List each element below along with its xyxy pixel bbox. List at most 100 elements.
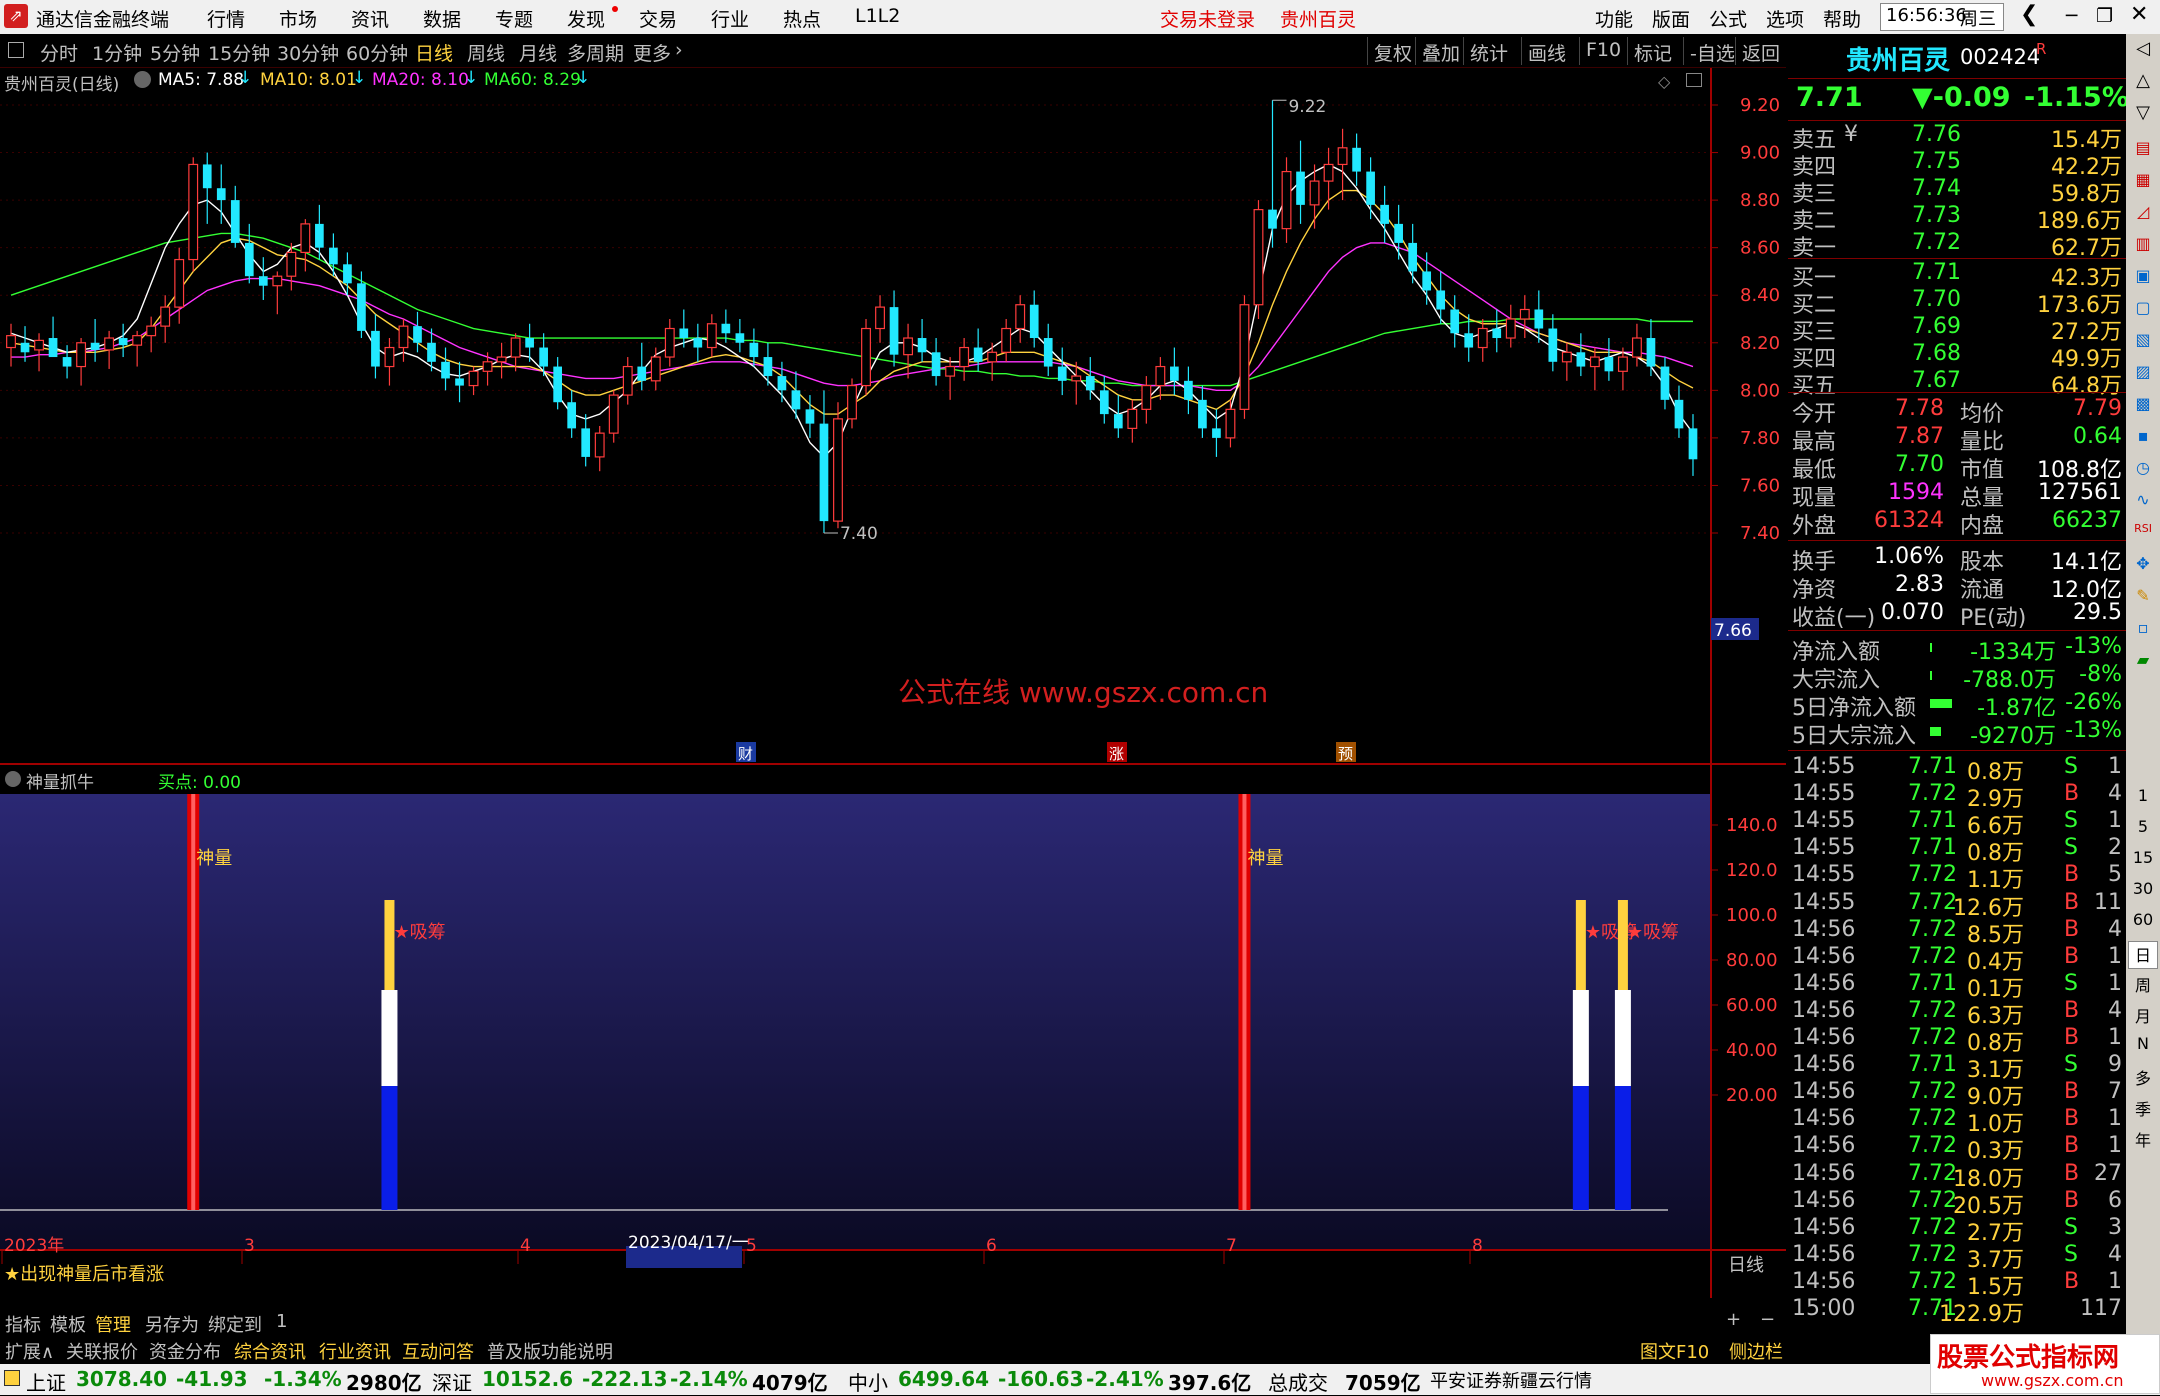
close-icon[interactable]: ✕ — [2130, 2, 2148, 27]
btn-mark[interactable]: 标记 — [1627, 37, 1678, 65]
chevron-right-icon[interactable]: › — [675, 39, 683, 61]
menu-l1l2[interactable]: L1L2 — [855, 5, 900, 27]
btn-stats[interactable]: 统计 — [1463, 37, 1514, 65]
tick-row[interactable]: 14:56 7.72 1.0万 B 1 — [1792, 1106, 2122, 1137]
arrow-down-icon[interactable]: ▽ — [2128, 102, 2158, 130]
period-multi[interactable]: 多周期 — [567, 39, 624, 66]
arrow-left-icon[interactable]: ◁ — [2128, 38, 2158, 66]
tick-row[interactable]: 14:56 7.71 3.1万 S 9 — [1792, 1052, 2122, 1083]
tab-f10-graphic[interactable]: 图文F10 — [1640, 1338, 1709, 1364]
indicator-name[interactable]: 神量抓牛 — [26, 768, 94, 793]
ask-row[interactable]: 卖四 7.75 42.2万 — [1792, 149, 2122, 180]
tick-row[interactable]: 14:55 7.72 12.6万 B 11 — [1792, 890, 2122, 921]
period-60min[interactable]: 60分钟 — [346, 39, 408, 66]
index-name[interactable]: 深证 — [432, 1367, 472, 1396]
period-daily[interactable]: 日线 — [415, 39, 453, 66]
tick-row[interactable]: 14:55 7.71 0.8万 S 2 — [1792, 835, 2122, 866]
tab-related-quotes[interactable]: 关联报价 — [66, 1338, 138, 1364]
sidebar-period-item[interactable]: 30 — [2128, 879, 2158, 907]
kline-chart-svg[interactable]: 9.20 9.00 8.80 8.60 8.40 8.20 8.00 7.80 7.60 7.40… — [0, 68, 1786, 1298]
trade-login-status[interactable]: 交易未登录 — [1160, 5, 1255, 32]
tick-row[interactable]: 14:56 7.72 8.5万 B 4 — [1792, 917, 2122, 948]
btn-back[interactable]: 返回 — [1735, 37, 1786, 65]
tick-row[interactable]: 14:56 7.72 0.3万 B 1 — [1792, 1133, 2122, 1164]
sidebar-period-item[interactable]: 15 — [2128, 848, 2158, 876]
tick-row[interactable]: 14:55 7.71 0.8万 S 1 — [1792, 754, 2122, 785]
tab-saveas[interactable]: 另存为 — [145, 1311, 199, 1337]
btn-adjust[interactable]: 复权 — [1367, 37, 1418, 65]
tick-row[interactable]: 14:56 7.72 0.4万 B 1 — [1792, 944, 2122, 975]
period-tick[interactable]: 分时 — [40, 39, 78, 66]
bid-row[interactable]: 买一 7.71 42.3万 — [1792, 260, 2122, 291]
tick-row[interactable]: 14:55 7.72 2.9万 B 4 — [1792, 781, 2122, 812]
zoom-out-button[interactable]: − — [1760, 1309, 1775, 1330]
ask-row[interactable]: 卖二 7.73 189.6万 — [1792, 203, 2122, 234]
indicator-settings-icon[interactable] — [5, 771, 21, 787]
bid-row[interactable]: 买五 7.67 64.8万 — [1792, 368, 2122, 399]
tick-row[interactable]: 14:55 7.71 6.6万 S 1 — [1792, 808, 2122, 839]
trend-icon[interactable]: ◿ — [2128, 202, 2158, 230]
plugin-icon[interactable]: ▰ — [2128, 650, 2158, 678]
menu-help[interactable]: 帮助 — [1823, 5, 1861, 32]
btn-unwatch[interactable]: -自选 — [1683, 37, 1741, 65]
tick-row[interactable]: 14:56 7.71 0.1万 S 1 — [1792, 971, 2122, 1002]
tick-row[interactable]: 14:56 7.72 3.7万 S 4 — [1792, 1242, 2122, 1273]
sidebar-period-item[interactable]: 日 — [2128, 941, 2158, 969]
tab-help[interactable]: 普及版功能说明 — [487, 1338, 613, 1364]
grid-icon[interactable]: ▦ — [2128, 170, 2158, 198]
tick-row[interactable]: 15:00 7.71 122.9万 117 — [1792, 1296, 2122, 1327]
tick-row[interactable]: 14:56 7.72 18.0万 B 27 — [1792, 1161, 2122, 1192]
tab-template[interactable]: 模板 — [50, 1311, 86, 1337]
ask-row[interactable]: 卖三 7.74 59.8万 — [1792, 176, 2122, 207]
period-weekly[interactable]: 周线 — [467, 39, 505, 66]
tab-industry-news[interactable]: 行业资讯 — [319, 1338, 391, 1364]
menu-data[interactable]: 数据 — [423, 5, 461, 32]
bid-row[interactable]: 买四 7.68 49.9万 — [1792, 341, 2122, 372]
tab-bindto[interactable]: 绑定到 — [208, 1311, 262, 1337]
tick-row[interactable]: 14:56 7.72 1.5万 B 1 — [1792, 1269, 2122, 1300]
ask-row[interactable]: 卖五 ¥7.76 15.4万 — [1792, 122, 2122, 153]
menu-topics[interactable]: 专题 — [495, 5, 533, 32]
tab-manage[interactable]: 管理 — [95, 1311, 131, 1337]
menu-layout[interactable]: 版面 — [1652, 5, 1690, 32]
index-name[interactable]: 中小 — [848, 1367, 888, 1396]
sidebar-period-item[interactable]: 周 — [2128, 972, 2158, 1000]
sidebar-period-item[interactable]: 5 — [2128, 817, 2158, 845]
table-icon[interactable]: ▣ — [2128, 266, 2158, 294]
sidebar-toggle-icon[interactable] — [8, 42, 24, 58]
chart-icon[interactable]: ▨ — [2128, 362, 2158, 390]
pen-icon[interactable]: ✎ — [2128, 586, 2158, 614]
tab-fund-distribution[interactable]: 资金分布 — [149, 1338, 221, 1364]
period-15min[interactable]: 15分钟 — [208, 39, 270, 66]
tab-general-news[interactable]: 综合资讯 — [234, 1338, 306, 1364]
tab-extend[interactable]: 扩展∧ — [5, 1338, 54, 1364]
fs-icon[interactable]: ▫ — [2128, 618, 2158, 646]
expand-icon[interactable] — [1686, 73, 1702, 87]
menu-news[interactable]: 资讯 — [351, 5, 389, 32]
tick-row[interactable]: 14:56 7.72 2.7万 S 3 — [1792, 1215, 2122, 1246]
restore-icon[interactable]: ❐ — [2096, 5, 2113, 27]
minimize-icon[interactable]: ─ — [2066, 5, 2077, 27]
sidebar-period-item[interactable]: 年 — [2128, 1127, 2158, 1155]
period-monthly[interactable]: 月线 — [519, 39, 557, 66]
index-name[interactable]: 上证 — [26, 1367, 66, 1396]
menu-options[interactable]: 选项 — [1766, 5, 1804, 32]
menu-market[interactable]: 市场 — [279, 5, 317, 32]
tick-row[interactable]: 14:56 7.72 6.3万 B 4 — [1792, 998, 2122, 1029]
rsi-icon[interactable]: RSI — [2128, 522, 2158, 550]
ask-row[interactable]: 卖一 7.72 62.7万 — [1792, 230, 2122, 261]
btn-draw[interactable]: 画线 — [1521, 37, 1572, 65]
status-menu-icon[interactable] — [4, 1370, 20, 1386]
list-icon[interactable]: ▤ — [2128, 138, 2158, 166]
sidebar-period-item[interactable]: N — [2128, 1034, 2158, 1062]
sidebar-period-item[interactable]: 1 — [2128, 786, 2158, 814]
tab-indicator[interactable]: 指标 — [5, 1311, 41, 1337]
btn-f10[interactable]: F10 — [1579, 37, 1627, 65]
chart-area[interactable]: 9.20 9.00 8.80 8.60 8.40 8.20 8.00 7.80 7.60 7.40… — [0, 68, 1786, 1298]
f2-icon[interactable]: ▩ — [2128, 394, 2158, 422]
f10-icon[interactable]: ▢ — [2128, 298, 2158, 326]
tick-row[interactable]: 14:56 7.72 0.8万 B 1 — [1792, 1025, 2122, 1056]
doc-icon[interactable]: ▧ — [2128, 330, 2158, 358]
wave-icon[interactable]: ∿ — [2128, 490, 2158, 518]
period-1min[interactable]: 1分钟 — [92, 39, 142, 66]
